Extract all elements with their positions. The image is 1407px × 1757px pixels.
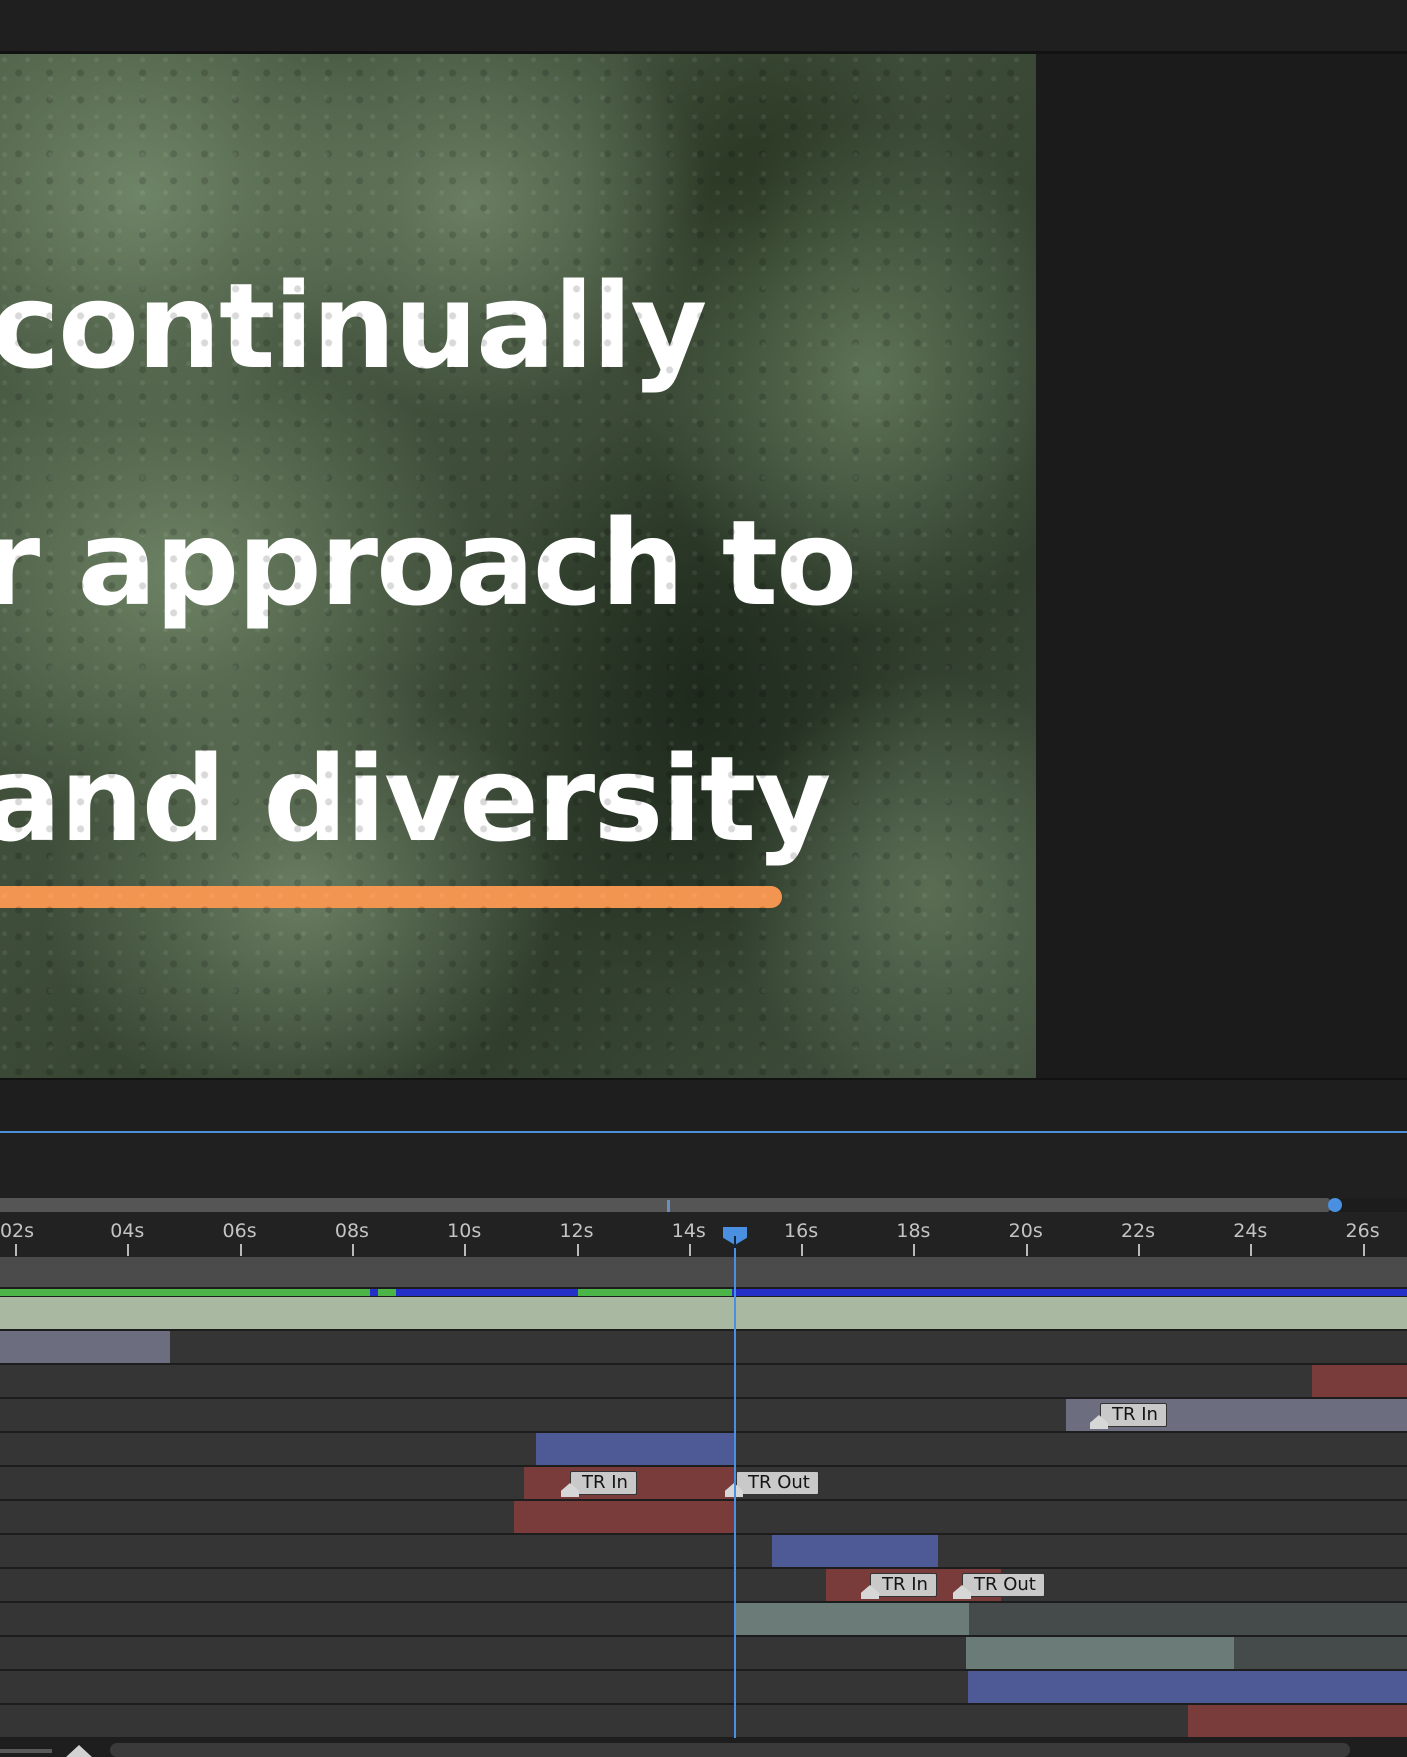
layer-bar-tail[interactable] xyxy=(969,1603,1407,1635)
ruler-tick-label: 06s xyxy=(222,1220,257,1242)
layer-bar[interactable] xyxy=(1312,1365,1407,1397)
layer-bar[interactable] xyxy=(966,1637,1234,1669)
zoom-slider-track[interactable] xyxy=(0,1749,52,1753)
layer-bar[interactable] xyxy=(0,1331,170,1363)
timeline-header xyxy=(0,1133,1407,1198)
ruler-tick xyxy=(801,1244,804,1256)
ruler-tick xyxy=(913,1244,916,1256)
marker-tr-in[interactable]: TR In xyxy=(570,1471,637,1495)
horizontal-scrollbar[interactable] xyxy=(110,1743,1350,1757)
ruler-tick-label: 08s xyxy=(334,1220,369,1242)
layer-bar[interactable] xyxy=(536,1433,734,1465)
layer-track-9[interactable] xyxy=(0,1569,1407,1603)
marker-tr-in[interactable]: TR In xyxy=(870,1573,937,1597)
panel-divider[interactable] xyxy=(0,1078,1407,1133)
marker-tr-out[interactable]: TR Out xyxy=(736,1471,819,1495)
time-navigator-end-handle[interactable] xyxy=(1328,1198,1342,1212)
ruler-tick-label: 26s xyxy=(1345,1220,1380,1242)
cache-ram xyxy=(732,1289,1407,1296)
ruler-tick xyxy=(15,1244,17,1256)
orange-underline xyxy=(0,886,782,908)
viewer-tab-bar xyxy=(0,0,1407,54)
marker-tr-in[interactable]: TR In xyxy=(1100,1403,1167,1427)
layer-bar[interactable] xyxy=(968,1671,1407,1703)
cache-ram xyxy=(396,1289,578,1296)
cache-rendered xyxy=(0,1289,370,1296)
layer-track-2[interactable] xyxy=(0,1331,1407,1365)
ruler-tick-label: 14s xyxy=(671,1220,706,1242)
current-time-indicator-line[interactable] xyxy=(734,1232,736,1738)
ruler-tick xyxy=(464,1244,467,1256)
ruler-tick xyxy=(1025,1244,1028,1256)
layer-bar[interactable] xyxy=(772,1535,938,1567)
ruler-tick-label: 10s xyxy=(447,1220,482,1242)
layer-track-1[interactable] xyxy=(0,1297,1407,1331)
time-navigator[interactable] xyxy=(0,1198,1330,1212)
ruler-tick xyxy=(127,1244,130,1256)
marker-tr-out[interactable]: TR Out xyxy=(962,1573,1045,1597)
title-text-line-2: r approach to xyxy=(0,494,857,632)
ruler-tick-label: 12s xyxy=(559,1220,594,1242)
timeline-footer xyxy=(0,1738,1407,1757)
ruler-tick xyxy=(239,1244,242,1256)
ruler-tick xyxy=(576,1244,579,1256)
layer-bar[interactable] xyxy=(514,1501,734,1533)
ruler-tick xyxy=(688,1244,691,1256)
ruler-tick-label: 24s xyxy=(1233,1220,1268,1242)
title-text-line-1: continually xyxy=(0,257,707,395)
layer-track-3[interactable] xyxy=(0,1365,1407,1399)
ruler-tick-label: 04s xyxy=(110,1220,145,1242)
ruler-tick-label: 18s xyxy=(896,1220,931,1242)
layer-bar[interactable] xyxy=(734,1603,969,1635)
cache-rendered xyxy=(378,1289,396,1296)
zoom-in-icon[interactable] xyxy=(66,1745,92,1757)
ruler-tick-label: 16s xyxy=(784,1220,819,1242)
layer-bar[interactable] xyxy=(1188,1705,1407,1737)
ruler-tick xyxy=(1362,1244,1365,1256)
layer-bar-tail[interactable] xyxy=(1234,1637,1407,1669)
title-text-line-3: and diversity xyxy=(0,730,831,868)
ruler-tick xyxy=(351,1244,354,1256)
work-area-bar[interactable] xyxy=(0,1257,1407,1287)
ruler-tick xyxy=(1250,1244,1253,1256)
ruler-tick-label: 02s xyxy=(0,1220,35,1242)
layer-track-8[interactable] xyxy=(0,1535,1407,1569)
ruler-tick-label: 22s xyxy=(1120,1220,1156,1242)
composition-frame[interactable]: continually r approach to and diversity xyxy=(0,54,1036,1078)
cache-ram xyxy=(370,1289,378,1296)
ruler-tick-label: 20s xyxy=(1008,1220,1043,1242)
time-navigator-playhead-mark xyxy=(667,1200,670,1212)
playhead-stem xyxy=(734,1236,736,1248)
cache-rendered xyxy=(625,1289,732,1296)
cache-rendered xyxy=(578,1289,625,1296)
ruler-tick xyxy=(1138,1244,1140,1256)
